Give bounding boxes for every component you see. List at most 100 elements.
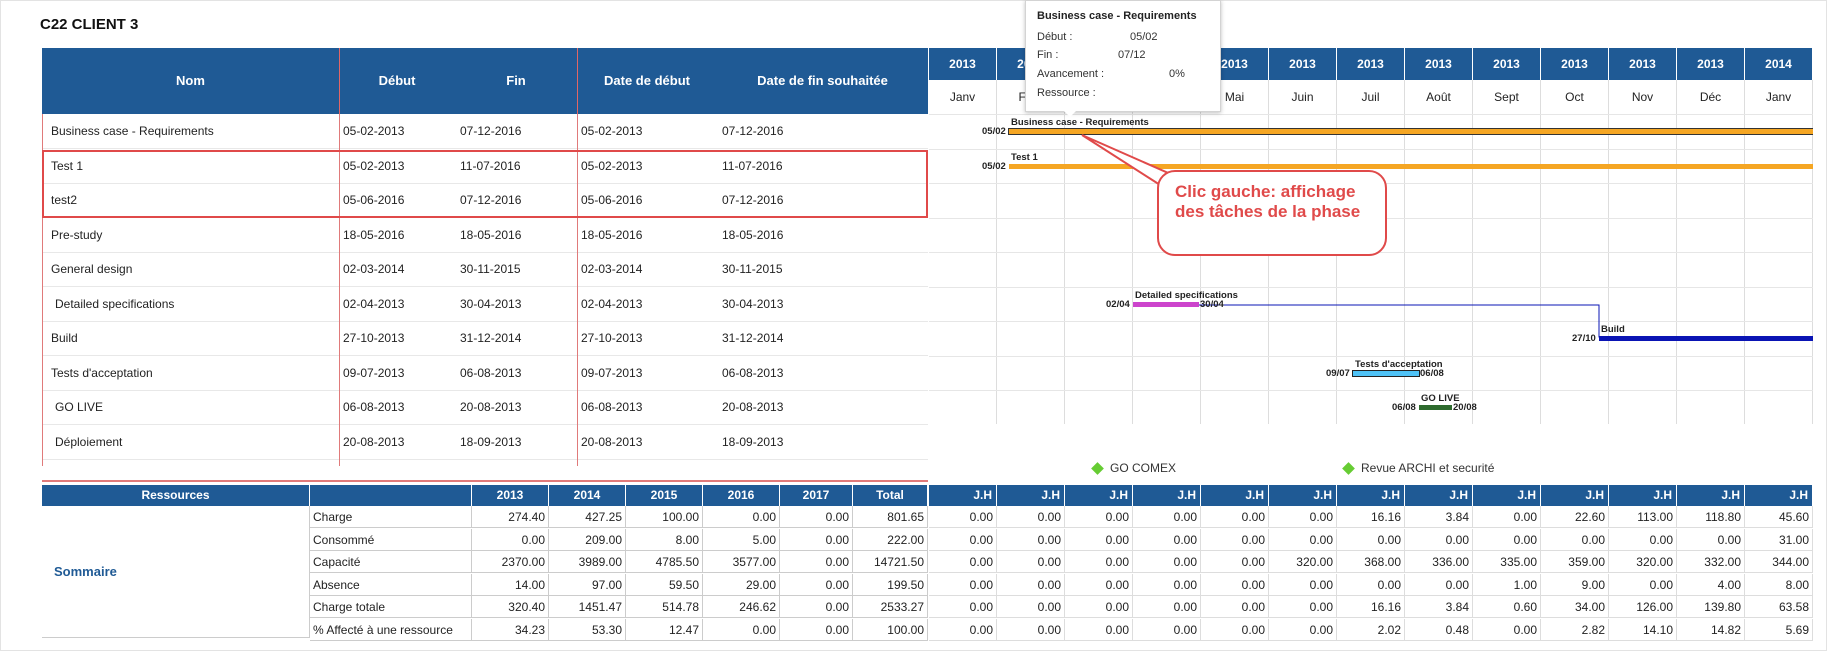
milestone-go-comex[interactable]: GO COMEX xyxy=(1091,461,1176,476)
task-start: 27-10-2013 xyxy=(343,331,405,345)
resource-value: 59.50 xyxy=(626,573,703,596)
monthly-value: 0.00 xyxy=(1201,551,1269,573)
monthly-value: 14.82 xyxy=(1677,618,1745,641)
gantt-bar[interactable] xyxy=(1009,129,1813,134)
gantt-bar[interactable] xyxy=(1419,405,1452,410)
monthly-value: 0.00 xyxy=(929,596,997,618)
monthly-value: 0.00 xyxy=(929,506,997,528)
task-name: Déploiement xyxy=(55,434,123,449)
unit-header: J.H xyxy=(1745,485,1813,506)
monthly-value: 34.00 xyxy=(1541,596,1609,618)
resource-value: 514.78 xyxy=(626,596,703,618)
milestone-diamond-icon xyxy=(1342,462,1355,476)
resource-value: 0.00 xyxy=(780,596,853,618)
monthly-value: 368.00 xyxy=(1337,551,1405,573)
task-end: 07-12-2016 xyxy=(460,124,522,138)
unit-header: J.H xyxy=(1677,485,1745,506)
task-row[interactable]: Detailed specifications 02-04-2013 30-04-2… xyxy=(42,287,928,322)
monthly-value: 0.00 xyxy=(1133,618,1201,641)
resource-value: 0.00 xyxy=(780,528,853,551)
tooltip-title: Business case - Requirements xyxy=(1037,10,1197,22)
monthly-value: 0.00 xyxy=(1133,506,1201,528)
monthly-value: 0.00 xyxy=(1473,528,1541,551)
resource-value: 3577.00 xyxy=(703,551,780,573)
resource-value: 29.00 xyxy=(703,573,780,596)
gantt-bar[interactable] xyxy=(1133,301,1199,307)
task-row[interactable]: GO LIVE 06-08-2013 20-08-2013 06-08-2013 20-… xyxy=(42,390,928,425)
page-title: C22 CLIENT 3 xyxy=(40,16,139,33)
unit-header: J.H xyxy=(1337,485,1405,506)
callout-bubble: Clic gauche: affichage des tâches de la … xyxy=(1157,170,1387,256)
task-start: 09-07-2013 xyxy=(343,365,405,380)
header-date-fin-souhaitee[interactable]: Date de fin souhaitée xyxy=(717,48,928,114)
monthly-value: 359.00 xyxy=(1541,551,1609,573)
resource-value: 209.00 xyxy=(549,528,626,551)
gantt-bar[interactable] xyxy=(1009,163,1813,169)
monthly-value: 0.00 xyxy=(1201,618,1269,641)
unit-header: J.H xyxy=(997,485,1065,506)
monthly-value: 0.00 xyxy=(1065,573,1133,596)
monthly-value: 0.00 xyxy=(1065,528,1133,551)
monthly-value: 0.00 xyxy=(1541,528,1609,551)
monthly-value: 0.00 xyxy=(1201,596,1269,618)
milestone-revue-archi[interactable]: Revue ARCHI et securité xyxy=(1342,461,1494,476)
resource-value: 34.23 xyxy=(472,618,549,641)
group-label-sommaire[interactable]: Sommaire xyxy=(42,506,310,638)
tooltip-debut-label: Début : xyxy=(1037,31,1073,43)
resource-value: 0.00 xyxy=(703,618,780,641)
task-wanted-start: 09-07-2013 xyxy=(581,365,643,380)
monthly-value: 0.00 xyxy=(1405,573,1473,596)
resource-value: 0.00 xyxy=(703,506,780,528)
resource-row-label: Capacité xyxy=(310,551,472,573)
task-wanted-end: 30-04-2013 xyxy=(722,296,784,311)
resource-value: 801.65 xyxy=(853,506,928,528)
task-row[interactable]: Business case - Requirements 05-02-2013 07… xyxy=(42,114,928,149)
gantt-bar[interactable] xyxy=(1353,370,1419,376)
resource-value: 246.62 xyxy=(703,596,780,618)
task-row[interactable]: Déploiement 20-08-2013 18-09-2013 20-08-201… xyxy=(42,425,928,460)
monthly-value: 0.00 xyxy=(997,618,1065,641)
monthly-value: 0.00 xyxy=(1337,528,1405,551)
task-wanted-end: 20-08-2013 xyxy=(722,400,784,414)
task-name: Pre-study xyxy=(51,227,103,242)
monthly-value: 0.00 xyxy=(1201,573,1269,596)
task-row[interactable]: Tests d'acceptation 09-07-2013 06-08-2013 0… xyxy=(42,356,928,391)
monthly-value: 0.00 xyxy=(1677,528,1745,551)
resource-row-label: Consommé xyxy=(310,528,472,551)
milestone-diamond-icon xyxy=(1091,462,1104,476)
resource-header: Ressources xyxy=(42,485,310,506)
header-date-debut[interactable]: Date de début xyxy=(577,48,717,114)
unit-header: J.H xyxy=(1609,485,1677,506)
gantt-resource-grid: J.H J.H J.H J.H J.H J.H J.H J.H J.H J.H J.H J.H J.H 0… xyxy=(929,485,1813,641)
task-start: 05-02-2013 xyxy=(343,124,405,138)
monthly-value: 45.60 xyxy=(1745,506,1813,528)
unit-header: J.H xyxy=(1065,485,1133,506)
task-row[interactable]: General design 02-03-2014 30-11-2015 02-03-… xyxy=(42,252,928,287)
task-wanted-start: 05-02-2013 xyxy=(581,124,643,138)
monthly-value: 16.16 xyxy=(1337,506,1405,528)
header-debut[interactable]: Début xyxy=(339,48,455,114)
task-start: 02-04-2013 xyxy=(343,296,405,311)
header-nom[interactable]: Nom xyxy=(42,48,339,114)
resource-value: 274.40 xyxy=(472,506,549,528)
gantt-bar[interactable] xyxy=(1599,336,1813,341)
unit-header: J.H xyxy=(1541,485,1609,506)
unit-header: J.H xyxy=(1201,485,1269,506)
tooltip-fin-value: 07/12 xyxy=(1118,49,1146,61)
resource-year-header: 2015 xyxy=(626,485,703,506)
monthly-value: 0.00 xyxy=(1133,551,1201,573)
resource-value: 0.00 xyxy=(780,573,853,596)
task-start: 18-05-2016 xyxy=(343,227,405,242)
unit-header: J.H xyxy=(1269,485,1337,506)
header-fin[interactable]: Fin xyxy=(455,48,577,114)
monthly-value: 0.60 xyxy=(1473,596,1541,618)
resource-row-label: % Affecté à une ressource xyxy=(310,618,472,641)
task-row[interactable]: Build 27-10-2013 31-12-2014 27-10-2013 31-12… xyxy=(42,321,928,356)
gantt-bar-start-date: 02/04 xyxy=(1106,298,1130,310)
monthly-value: 320.00 xyxy=(1269,551,1337,573)
resource-year-header: 2013 xyxy=(472,485,549,506)
monthly-value: 0.00 xyxy=(1269,506,1337,528)
task-row[interactable]: Pre-study 18-05-2016 18-05-2016 18-05-2016 1… xyxy=(42,218,928,253)
monthly-value: 1.00 xyxy=(1473,573,1541,596)
resource-value: 199.50 xyxy=(853,573,928,596)
